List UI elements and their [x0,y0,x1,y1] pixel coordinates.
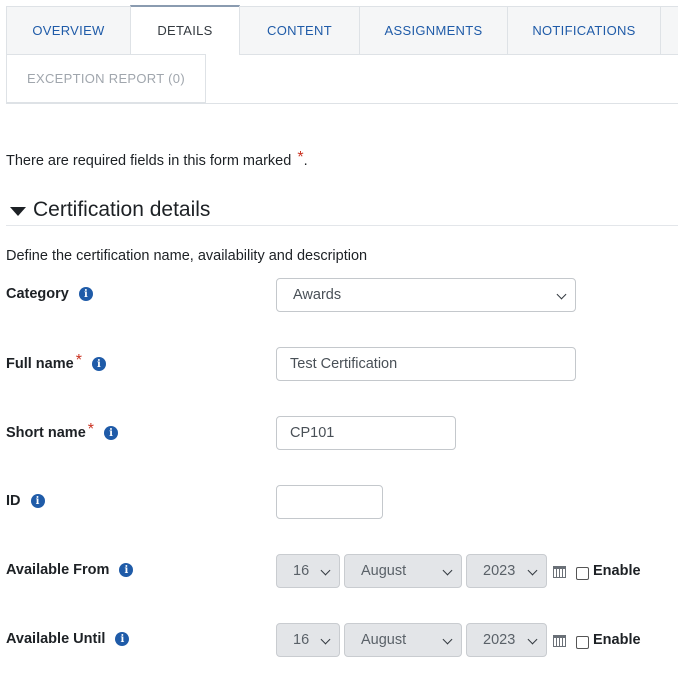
category-value: Awards [293,287,342,303]
full-name-input[interactable]: Test Certification [276,347,576,381]
available-from-year: 2023 [483,563,516,579]
required-note-period: . [303,153,308,169]
available-until-enable-checkbox[interactable] [576,636,589,649]
info-icon[interactable]: i [115,632,130,646]
full-name-label: Full name [6,356,74,372]
tab-details[interactable]: DETAILS [130,5,240,55]
info-icon[interactable]: i [91,357,106,371]
info-icon[interactable]: i [104,426,118,440]
calendar-icon[interactable] [553,635,566,647]
category-label: Category [6,286,69,302]
required-asterisk: * [87,421,94,438]
available-until-day-select[interactable]: 16 [276,623,340,657]
tab-overflow[interactable] [660,6,678,55]
available-until-month: August [361,632,407,648]
available-until-enable-label[interactable]: Enable [593,632,641,648]
tab-content[interactable]: CONTENT [239,6,360,55]
required-note-text: There are required fields in this form m… [6,153,292,169]
available-from-month: August [361,563,407,579]
info-icon[interactable]: i [78,287,93,301]
tab-assignments[interactable]: ASSIGNMENTS [359,6,508,55]
category-select[interactable]: Awards [276,278,576,312]
available-from-enable-checkbox[interactable] [576,567,589,580]
section-description: Define the certification name, availabil… [6,248,368,264]
available-from-label: Available From [6,562,110,578]
tab-notifications[interactable]: NOTIFICATIONS [507,6,661,55]
id-label: ID [6,493,21,509]
available-from-month-select[interactable]: August [344,554,462,588]
tab-exception-report: EXCEPTION REPORT (0) [6,54,206,103]
available-until-day: 16 [293,632,310,648]
tab-bar: OVERVIEW DETAILS CONTENT ASSIGNMENTS NOT… [6,5,678,104]
short-name-label: Short name [6,425,86,441]
section-title: Certification details [33,198,211,221]
short-name-label-row: Short name * i [6,421,118,442]
section-divider [6,225,678,226]
available-from-year-select[interactable]: 2023 [466,554,547,588]
available-from-label-row: Available From i [6,562,134,578]
id-input[interactable] [276,485,383,519]
caret-down-icon [10,206,26,216]
section-toggle[interactable]: Certification details [10,198,210,222]
available-until-label-row: Available Until i [6,631,130,647]
short-name-input[interactable]: CP101 [276,416,456,450]
short-name-value: CP101 [290,425,335,441]
full-name-value: Test Certification [290,356,398,372]
info-icon[interactable]: i [30,494,45,508]
available-until-year-select[interactable]: 2023 [466,623,547,657]
tab-overview[interactable]: OVERVIEW [6,6,131,55]
available-until-label: Available Until [6,631,106,647]
available-until-month-select[interactable]: August [344,623,462,657]
id-label-row: ID i [6,493,45,509]
available-from-day-select[interactable]: 16 [276,554,340,588]
category-label-row: Category i [6,286,93,302]
available-from-enable-label[interactable]: Enable [593,563,641,579]
available-until-year: 2023 [483,632,516,648]
required-fields-note: There are required fields in this form m… [6,149,308,170]
calendar-icon[interactable] [553,566,566,578]
required-asterisk: * [297,149,304,166]
required-asterisk: * [75,352,82,369]
full-name-label-row: Full name * i [6,352,106,373]
available-from-day: 16 [293,563,310,579]
info-icon[interactable]: i [119,563,134,577]
